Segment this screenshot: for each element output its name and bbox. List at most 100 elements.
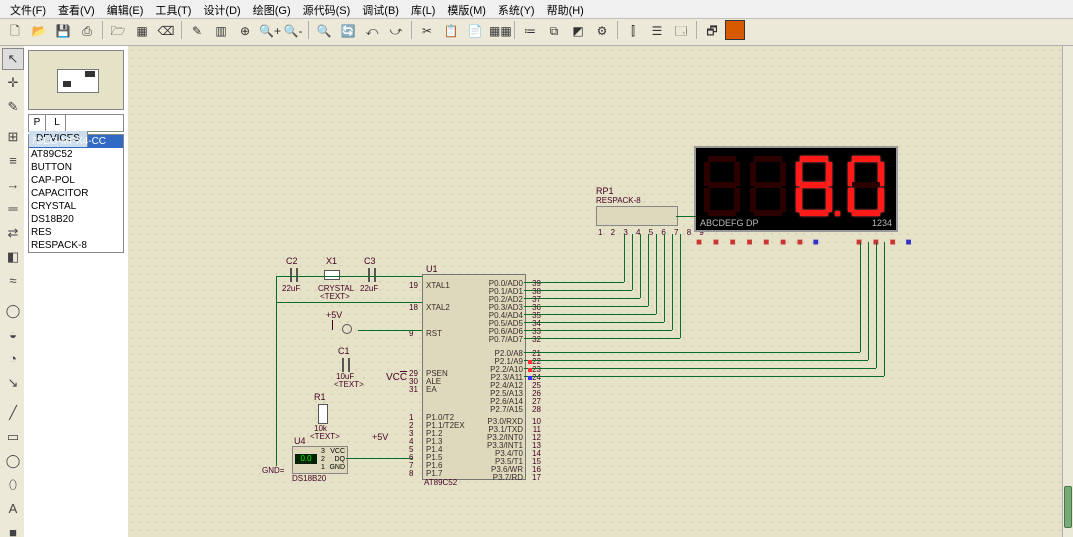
menu-item[interactable]: 工具(T) <box>149 0 197 20</box>
side-tool[interactable]: ⇄ <box>2 222 24 244</box>
probe-icon <box>528 368 532 372</box>
menu-item[interactable]: 模版(M) <box>441 0 492 20</box>
toolbar-button[interactable]: ☰ <box>646 20 668 42</box>
device-list-item[interactable]: BUTTON <box>29 161 123 174</box>
menu-item[interactable]: 系统(Y) <box>492 0 541 20</box>
toolbar-button[interactable]: ◩ <box>567 20 589 42</box>
menu-item[interactable]: 查看(V) <box>52 0 101 20</box>
side-tool[interactable]: ⊞ <box>2 126 24 148</box>
device-list-item[interactable]: CAP-POL <box>29 174 123 187</box>
picker-tab-p[interactable]: P <box>29 115 46 131</box>
vertical-scrollbar[interactable] <box>1062 46 1073 537</box>
side-tool[interactable]: ▭ <box>2 426 24 448</box>
menu-item[interactable]: 源代码(S) <box>297 0 357 20</box>
seven-seg-display[interactable]: ABCDEFG DP 1234 <box>694 146 898 232</box>
cap-c3[interactable] <box>368 268 376 282</box>
seg-digit-4 <box>846 154 886 216</box>
side-tool[interactable]: → <box>2 174 24 196</box>
toolbar-button[interactable]: 🔍+ <box>258 20 280 42</box>
overview-thumbnail[interactable] <box>28 50 124 110</box>
toolbar-button[interactable]: ⤺ <box>361 20 383 42</box>
toolbar-button[interactable]: 🗔 <box>670 20 692 42</box>
component-panel: P L DEVICES 7SEG-MPX4-CCAT89C52BUTTONCAP… <box>24 46 129 537</box>
side-tool[interactable]: ◯ <box>2 450 24 472</box>
device-list-item[interactable]: RESPACK-8 <box>29 239 123 252</box>
toolbar-button[interactable]: 📄 <box>464 20 486 42</box>
u4-value: 0.0 <box>295 454 317 464</box>
device-list[interactable]: 7SEG-MPX4-CCAT89C52BUTTONCAP-POLCAPACITO… <box>28 134 124 253</box>
side-tool[interactable]: ◯ <box>2 300 24 322</box>
side-tool[interactable]: ╱ <box>2 402 24 424</box>
toolbar-button[interactable]: ⎙ <box>76 20 98 42</box>
cap-c2[interactable] <box>290 268 298 282</box>
toolbar-button[interactable]: ⤻ <box>385 20 407 42</box>
cap-c1[interactable] <box>342 358 350 372</box>
toolbar-button[interactable]: ▦ <box>131 20 153 42</box>
device-list-item[interactable]: 7SEG-MPX4-CC <box>29 135 123 148</box>
mcu-u1[interactable]: XTAL119XTAL218RST9PSEN29ALE30EA31P1.0/T2… <box>422 274 526 480</box>
side-tool[interactable]: ✛ <box>2 72 24 94</box>
respack-rp1[interactable] <box>596 206 678 226</box>
menu-item[interactable]: 设计(D) <box>197 0 246 20</box>
toolbar-button[interactable]: ✎ <box>186 20 208 42</box>
r1-ref: R1 <box>314 392 326 402</box>
toolbar-button[interactable]: ▥ <box>210 20 232 42</box>
toolbar-button[interactable]: 📂 <box>28 20 50 42</box>
c1-ref: C1 <box>338 346 350 356</box>
ds18b20-u4[interactable]: 0.0 VCC DQ GND 3 2 1 <box>292 446 348 474</box>
device-list-item[interactable]: CRYSTAL <box>29 200 123 213</box>
res-r1[interactable] <box>318 404 328 424</box>
menu-item[interactable]: 文件(F) <box>4 0 52 20</box>
device-list-item[interactable]: RES <box>29 226 123 239</box>
toolbar-button[interactable]: 📋 <box>440 20 462 42</box>
toolbar-button[interactable]: 🗁 <box>107 20 129 42</box>
toolbar-button[interactable]: ⊕ <box>234 20 256 42</box>
seg-digit-3 <box>794 154 834 216</box>
mode-picker[interactable]: P L DEVICES <box>28 114 124 132</box>
device-list-item[interactable]: DS18B20 <box>29 213 123 226</box>
toolbar-button[interactable]: 🔄 <box>337 20 359 42</box>
side-tool[interactable]: ⬯ <box>2 474 24 496</box>
side-tool[interactable]: ≡ <box>2 150 24 172</box>
toolbar-button[interactable]: ≔ <box>519 20 541 42</box>
menu-item[interactable]: 库(L) <box>405 0 441 20</box>
side-tool[interactable]: ■ <box>2 522 24 537</box>
side-tool[interactable]: ◒ <box>2 324 24 346</box>
side-tool[interactable]: ✎ <box>2 96 24 118</box>
side-tool[interactable]: ↖ <box>2 48 24 70</box>
toolbar-button[interactable]: 💾 <box>52 20 74 42</box>
device-list-item[interactable]: AT89C52 <box>29 148 123 161</box>
toolbar-button[interactable]: ▦▦ <box>488 20 510 42</box>
accent-icon[interactable] <box>725 20 745 40</box>
side-tool[interactable]: ◧ <box>2 246 24 268</box>
toolbar-button[interactable]: 🔍- <box>282 20 304 42</box>
workspace: ↖✛✎⊞≡→═⇄◧≈◯◒◔↘╱▭◯⬯A■＋↻↺↔↕ P L DEVICES 7S… <box>0 46 1073 537</box>
menu-item[interactable]: 绘图(G) <box>247 0 297 20</box>
vcc-label-1: +5V <box>326 310 342 320</box>
toolbar-button[interactable]: ⚙ <box>591 20 613 42</box>
seg-digit-1 <box>702 154 742 216</box>
toolbar-button[interactable]: 🔍 <box>313 20 335 42</box>
schematic-canvas[interactable]: RP1 RESPACK-8 1 2 3 4 5 6 7 8 9 <box>128 46 1063 537</box>
c3-val: 22uF <box>360 284 378 293</box>
menu-bar: 文件(F)查看(V)编辑(E)工具(T)设计(D)绘图(G)源代码(S)调试(B… <box>0 0 1073 19</box>
toolbar-button[interactable]: 🗋 <box>4 20 26 42</box>
toolbar-button[interactable]: ⫿ <box>622 20 644 42</box>
scrollbar-thumb[interactable] <box>1064 486 1072 528</box>
side-tool[interactable]: ═ <box>2 198 24 220</box>
toolbar-button[interactable]: ⌫ <box>155 20 177 42</box>
side-tool[interactable]: ↘ <box>2 372 24 394</box>
menu-item[interactable]: 编辑(E) <box>101 0 150 20</box>
side-tool[interactable]: ≈ <box>2 270 24 292</box>
toolbar-button[interactable]: ⧉ <box>543 20 565 42</box>
side-tool[interactable]: ◔ <box>2 348 24 370</box>
device-list-item[interactable]: CAPACITOR <box>29 187 123 200</box>
toolbar-button[interactable]: 🗗 <box>701 20 723 42</box>
side-tool[interactable]: A <box>2 498 24 520</box>
button[interactable] <box>342 324 352 334</box>
crystal-x1[interactable] <box>324 270 340 280</box>
picker-tab-l[interactable]: L <box>49 115 66 131</box>
menu-item[interactable]: 帮助(H) <box>541 0 590 20</box>
menu-item[interactable]: 调试(B) <box>356 0 405 20</box>
toolbar-button[interactable]: ✂ <box>416 20 438 42</box>
